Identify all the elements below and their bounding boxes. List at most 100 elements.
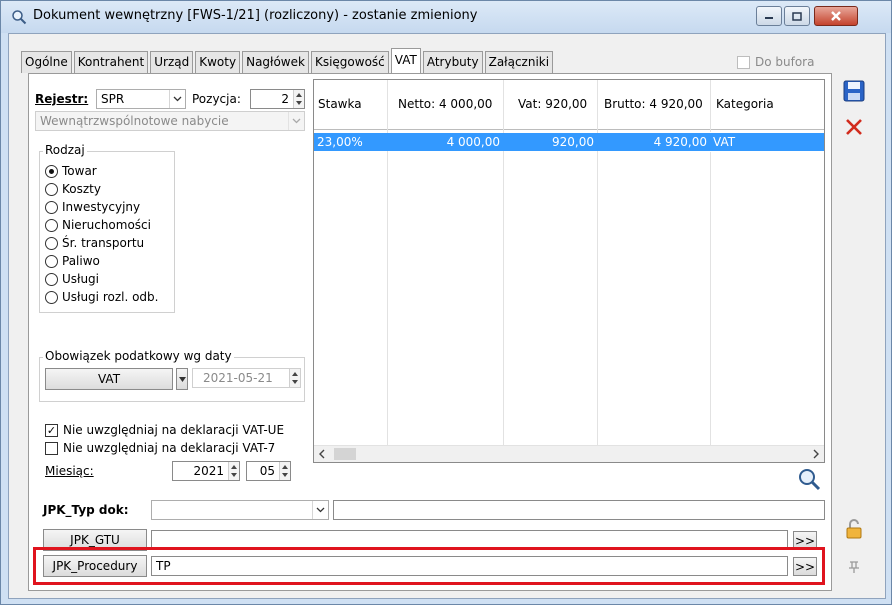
spinner-arrows-icon — [279, 462, 290, 480]
tab-ogolne[interactable]: Ogólne — [21, 51, 72, 73]
floppy-disk-icon — [843, 80, 865, 102]
rodzaj-option-koszty[interactable]: Koszty — [45, 180, 101, 198]
close-window-button[interactable] — [814, 6, 858, 26]
do-bufora-checkbox[interactable] — [737, 55, 750, 69]
rodzaj-option-towar[interactable]: Towar — [45, 162, 97, 180]
tab-ksiegowosc[interactable]: Księgowość — [310, 51, 389, 73]
jpk-typ-select[interactable] — [151, 500, 329, 520]
miesiac-year-spinner[interactable]: 2021 — [172, 461, 240, 481]
save-button[interactable] — [840, 77, 868, 105]
jpk-typ-description-field[interactable] — [333, 500, 825, 520]
jpk-procedury-value: TP — [156, 559, 171, 573]
tab-vat[interactable]: VAT — [390, 48, 421, 73]
cell-brutto: 4 920,00 — [653, 135, 707, 149]
radio-button-icon — [45, 164, 58, 178]
rodzaj-option-uslugi-rozl-odb[interactable]: Usługi rozl. odb. — [45, 288, 158, 306]
tab-atrybuty[interactable]: Atrybuty — [422, 51, 483, 73]
maximize-button[interactable] — [784, 6, 810, 26]
scroll-thumb[interactable] — [334, 448, 356, 460]
close-icon — [831, 11, 841, 21]
column-header-vat[interactable]: Vat: 920,00 — [518, 97, 587, 111]
rodzaj-option-label: Nieruchomości — [62, 218, 151, 232]
tab-urzad[interactable]: Urząd — [150, 51, 194, 73]
vat-table-header: Stawka Netto: 4 000,00 Vat: 920,00 Brutt… — [314, 80, 824, 130]
obowiazek-type-label: VAT — [97, 372, 121, 386]
horizontal-scrollbar[interactable] — [314, 445, 824, 462]
chevron-down-icon — [169, 90, 185, 108]
search-button[interactable] — [795, 465, 823, 493]
rodzaj-option-label: Usługi — [62, 272, 100, 286]
vat-ue-label: Nie uwzględniaj na deklaracji VAT-UE — [63, 423, 285, 437]
miesiac-month-value: 05 — [259, 464, 275, 478]
rejestr-label: Rejestr: — [35, 92, 89, 106]
jpk-procedury-button[interactable]: JPK_Procedury — [43, 555, 147, 577]
red-x-icon — [846, 119, 862, 135]
delete-button[interactable] — [840, 113, 868, 141]
rodzaj-option-inwestycyjny[interactable]: Inwestycyjny — [45, 198, 140, 216]
rodzaj-option-paliwo[interactable]: Paliwo — [45, 252, 100, 270]
vat-table[interactable]: Stawka Netto: 4 000,00 Vat: 920,00 Brutt… — [313, 79, 825, 463]
column-header-brutto[interactable]: Brutto: 4 920,00 — [604, 97, 703, 111]
rodzaj-option-label: Usługi rozl. odb. — [62, 290, 159, 304]
obowiazek-title: Obowiązek podatkowy wg daty — [43, 349, 234, 363]
do-bufora-label: Do bufora — [755, 55, 815, 69]
lock-button[interactable] — [840, 515, 868, 543]
tab-kontrahent[interactable]: Kontrahent — [73, 51, 149, 73]
miesiac-month-spinner[interactable]: 05 — [246, 461, 291, 481]
radio-button-icon — [45, 218, 58, 232]
magnifier-app-icon — [12, 10, 27, 25]
minimize-icon — [765, 17, 773, 19]
cell-kategoria: VAT — [713, 135, 736, 149]
chevron-down-icon — [288, 112, 304, 130]
spinner-arrows-icon — [293, 90, 304, 108]
rodzaj-option-label: Inwestycyjny — [62, 200, 141, 214]
pozycja-spinner[interactable]: 2 — [250, 89, 305, 109]
app-window: Dokument wewnętrzny [FWS-1/21] (rozliczo… — [0, 0, 892, 605]
scroll-left-icon[interactable] — [318, 449, 326, 459]
obowiazek-type-button[interactable]: VAT — [45, 368, 173, 390]
rejestr-value: SPR — [101, 92, 125, 106]
column-header-stawka[interactable]: Stawka — [318, 97, 362, 111]
minimize-button[interactable] — [756, 6, 782, 26]
obowiazek-type-dropdown[interactable] — [176, 368, 188, 390]
miesiac-year-value: 2021 — [193, 464, 224, 478]
padlock-icon — [846, 519, 862, 539]
pin-icon — [849, 561, 859, 573]
jpk-procedury-field[interactable]: TP — [151, 556, 788, 576]
radio-button-icon — [45, 254, 58, 268]
vat-ue-checkbox[interactable]: ✓ — [45, 423, 58, 437]
vat7-checkbox[interactable] — [45, 441, 58, 455]
obowiazek-date-field[interactable]: 2021-05-21 — [192, 368, 301, 388]
do-bufora-option[interactable]: Do bufora — [737, 55, 814, 69]
rodzaj-option-nieruchomosci[interactable]: Nieruchomości — [45, 216, 151, 234]
tab-naglowek[interactable]: Nagłówek — [242, 51, 309, 73]
column-header-kategoria[interactable]: Kategoria — [716, 97, 774, 111]
spinner-arrows-icon — [228, 462, 239, 480]
rodzaj-option-label: Śr. transportu — [62, 236, 145, 250]
jpk-gtu-label: JPK_GTU — [70, 533, 120, 547]
small-arrow-down-icon — [178, 376, 186, 382]
jpk-gtu-more-label: >> — [794, 533, 816, 548]
rodzaj-option-label: Towar — [62, 164, 97, 178]
rodzaj-option-label: Koszty — [62, 182, 101, 196]
radio-button-icon — [45, 200, 58, 214]
rodzaj-option-sr-transportu[interactable]: Śr. transportu — [45, 234, 144, 252]
tab-kwoty[interactable]: Kwoty — [195, 51, 241, 73]
scroll-right-icon[interactable] — [812, 449, 820, 459]
miesiac-label: Miesiąc: — [45, 464, 94, 478]
jpk-procedury-more-button[interactable]: >> — [793, 557, 817, 576]
tab-zalaczniki[interactable]: Załączniki — [484, 51, 554, 73]
cell-vat: 920,00 — [552, 135, 594, 149]
vat-ue-option[interactable]: ✓ Nie uwzględniaj na deklaracji VAT-UE — [45, 423, 284, 437]
rejestr-select[interactable]: SPR — [96, 89, 186, 109]
pozycja-label: Pozycja: — [192, 92, 241, 106]
rodzaj-option-uslugi[interactable]: Usługi — [45, 270, 99, 288]
table-row[interactable]: 23,00% 4 000,00 920,00 4 920,00 VAT — [314, 132, 824, 152]
jpk-procedury-more-label: >> — [794, 559, 816, 574]
radio-button-icon — [45, 272, 58, 286]
cell-netto: 4 000,00 — [446, 135, 500, 149]
vat7-option[interactable]: Nie uwzględniaj na deklaracji VAT-7 — [45, 441, 275, 455]
column-header-netto[interactable]: Netto: 4 000,00 — [398, 97, 492, 111]
transaction-type-select[interactable]: Wewnątrzwspólnotowe nabycie — [35, 111, 305, 131]
attachment-button[interactable] — [840, 553, 868, 581]
